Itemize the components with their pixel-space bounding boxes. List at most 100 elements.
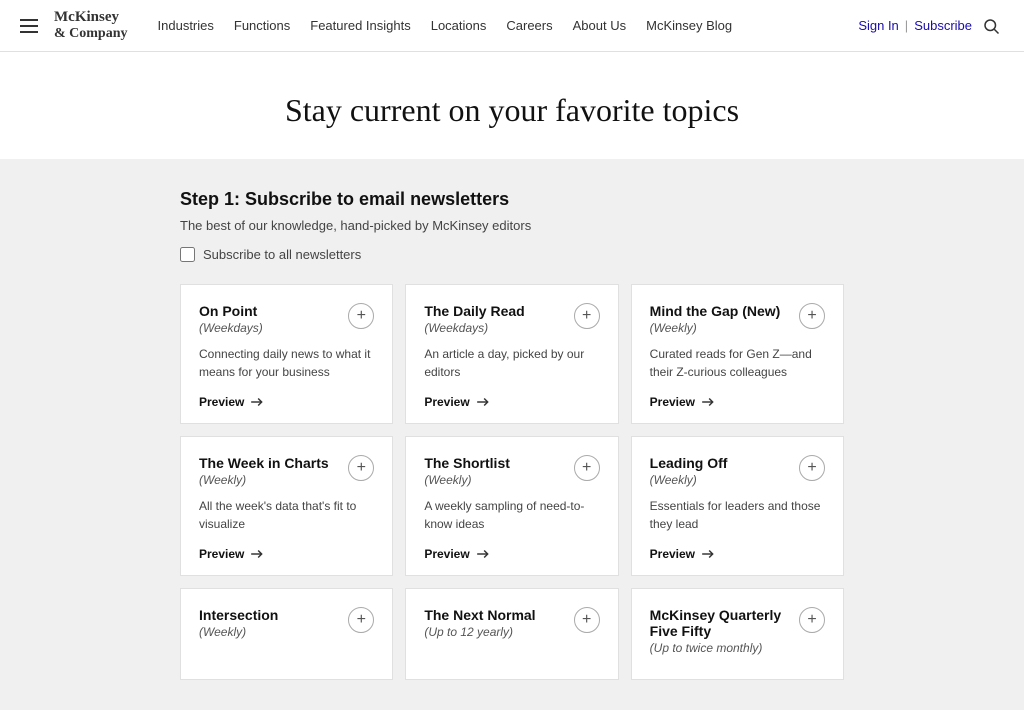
- card-add-button[interactable]: +: [799, 303, 825, 329]
- card-preview-link[interactable]: Preview: [424, 395, 599, 409]
- subscribe-all-label[interactable]: Subscribe to all newsletters: [180, 247, 844, 262]
- nav-link-about-us[interactable]: About Us: [573, 18, 626, 33]
- card-preview-label: Preview: [650, 395, 695, 409]
- logo-link[interactable]: McKinsey & Company: [54, 8, 128, 43]
- card-add-button[interactable]: +: [799, 607, 825, 633]
- card-preview-link[interactable]: Preview: [650, 395, 825, 409]
- card-header: The Daily Read (Weekdays) +: [424, 303, 599, 335]
- card-frequency: (Weekly): [424, 473, 563, 487]
- arrow-icon: [701, 395, 715, 409]
- logo-text-line1: McKinsey: [54, 8, 128, 26]
- hamburger-menu[interactable]: [20, 19, 38, 33]
- step-title: Step 1: Subscribe to email newsletters: [180, 189, 844, 210]
- arrow-icon: [476, 547, 490, 561]
- subscribe-link[interactable]: Subscribe: [914, 18, 972, 33]
- card-description: All the week's data that's fit to visual…: [199, 497, 374, 535]
- hero-section: Stay current on your favorite topics: [0, 52, 1024, 159]
- card-title-block: Leading Off (Weekly): [650, 455, 789, 487]
- card-preview-label: Preview: [199, 395, 244, 409]
- newsletter-card: Intersection (Weekly) +: [180, 588, 393, 680]
- newsletter-card: The Shortlist (Weekly) + A weekly sampling …: [405, 436, 618, 576]
- card-header: The Week in Charts(Weekly) +: [199, 455, 374, 487]
- card-title: The Week in Charts: [199, 455, 338, 471]
- hero-title: Stay current on your favorite topics: [20, 92, 1004, 129]
- arrow-icon: [250, 395, 264, 409]
- nav-link-featured-insights[interactable]: Featured Insights: [310, 18, 410, 33]
- card-add-button[interactable]: +: [574, 303, 600, 329]
- newsletter-card: Leading Off (Weekly) + Essentials for leade…: [631, 436, 844, 576]
- card-title: Mind the Gap (New): [650, 303, 789, 319]
- card-title-block: On Point (Weekdays): [199, 303, 338, 335]
- card-preview-label: Preview: [199, 547, 244, 561]
- subscribe-all-text: Subscribe to all newsletters: [203, 247, 361, 262]
- card-header: Leading Off (Weekly) +: [650, 455, 825, 487]
- card-frequency: (Weekdays): [424, 321, 563, 335]
- step-subtitle: The best of our knowledge, hand-picked b…: [180, 218, 844, 233]
- newsletter-card: The Daily Read (Weekdays) + An article a da…: [405, 284, 618, 424]
- nav-links: Industries Functions Featured Insights Loca…: [158, 18, 859, 33]
- card-preview-link[interactable]: Preview: [424, 547, 599, 561]
- logo-text-line2: & Company: [54, 26, 128, 43]
- card-frequency: (Weekly): [650, 321, 789, 335]
- card-title: Intersection: [199, 607, 338, 623]
- card-title-block: Mind the Gap (New) (Weekly): [650, 303, 789, 335]
- arrow-icon: [250, 547, 264, 561]
- search-button[interactable]: [978, 13, 1004, 39]
- card-title: The Shortlist: [424, 455, 563, 471]
- nav-link-locations[interactable]: Locations: [431, 18, 487, 33]
- card-preview-link[interactable]: Preview: [199, 395, 374, 409]
- card-add-button[interactable]: +: [799, 455, 825, 481]
- nav-link-careers[interactable]: Careers: [506, 18, 552, 33]
- arrow-icon: [476, 395, 490, 409]
- card-frequency: (Up to 12 yearly): [424, 625, 563, 639]
- card-title-block: The Shortlist (Weekly): [424, 455, 563, 487]
- card-add-button[interactable]: +: [574, 455, 600, 481]
- card-title-block: McKinsey Quarterly Five Fifty (Up to twic…: [650, 607, 789, 655]
- card-description: An article a day, picked by our editors: [424, 345, 599, 383]
- card-frequency: (Weekly): [199, 625, 338, 639]
- card-frequency: (Weekly): [650, 473, 789, 487]
- card-title: McKinsey Quarterly Five Fifty: [650, 607, 789, 639]
- card-title-block: The Next Normal (Up to 12 yearly): [424, 607, 563, 639]
- card-preview-link[interactable]: Preview: [199, 547, 374, 561]
- card-add-button[interactable]: +: [348, 303, 374, 329]
- card-title: The Next Normal: [424, 607, 563, 623]
- newsletter-card: The Next Normal (Up to 12 yearly) +: [405, 588, 618, 680]
- subscribe-all-checkbox[interactable]: [180, 247, 195, 262]
- card-title: Leading Off: [650, 455, 789, 471]
- card-preview-label: Preview: [650, 547, 695, 561]
- card-header: On Point (Weekdays) +: [199, 303, 374, 335]
- card-title-block: Intersection (Weekly): [199, 607, 338, 639]
- newsletter-card: On Point (Weekdays) + Connecting daily news…: [180, 284, 393, 424]
- nav-link-functions[interactable]: Functions: [234, 18, 290, 33]
- card-frequency: (Weekdays): [199, 321, 338, 335]
- nav-sep: |: [905, 18, 908, 33]
- newsletter-card: The Week in Charts(Weekly) + All the week'…: [180, 436, 393, 576]
- card-frequency: (Up to twice monthly): [650, 641, 789, 655]
- card-header: McKinsey Quarterly Five Fifty (Up to twic…: [650, 607, 825, 655]
- card-title-block: The Daily Read (Weekdays): [424, 303, 563, 335]
- card-description: A weekly sampling of need-to-know ideas: [424, 497, 599, 535]
- card-preview-link[interactable]: Preview: [650, 547, 825, 561]
- navigation: McKinsey & Company Industries Functions Fe…: [0, 0, 1024, 52]
- arrow-icon: [701, 547, 715, 561]
- newsletter-grid: On Point (Weekdays) + Connecting daily news…: [180, 284, 844, 680]
- card-header: Mind the Gap (New) (Weekly) +: [650, 303, 825, 335]
- card-add-button[interactable]: +: [348, 455, 374, 481]
- card-header: Intersection (Weekly) +: [199, 607, 374, 639]
- card-header: The Next Normal (Up to 12 yearly) +: [424, 607, 599, 639]
- card-description: Essentials for leaders and those they le…: [650, 497, 825, 535]
- card-add-button[interactable]: +: [348, 607, 374, 633]
- card-header: The Shortlist (Weekly) +: [424, 455, 599, 487]
- nav-link-mckinsey-blog[interactable]: McKinsey Blog: [646, 18, 732, 33]
- card-title: The Daily Read: [424, 303, 563, 319]
- card-add-button[interactable]: +: [574, 607, 600, 633]
- card-title: On Point: [199, 303, 338, 319]
- card-title-block: The Week in Charts(Weekly): [199, 455, 338, 487]
- nav-link-industries[interactable]: Industries: [158, 18, 214, 33]
- card-description: Connecting daily news to what it means f…: [199, 345, 374, 383]
- sign-in-link[interactable]: Sign In: [858, 18, 898, 33]
- card-preview-label: Preview: [424, 395, 469, 409]
- card-preview-label: Preview: [424, 547, 469, 561]
- nav-auth: Sign In | Subscribe: [858, 13, 1004, 39]
